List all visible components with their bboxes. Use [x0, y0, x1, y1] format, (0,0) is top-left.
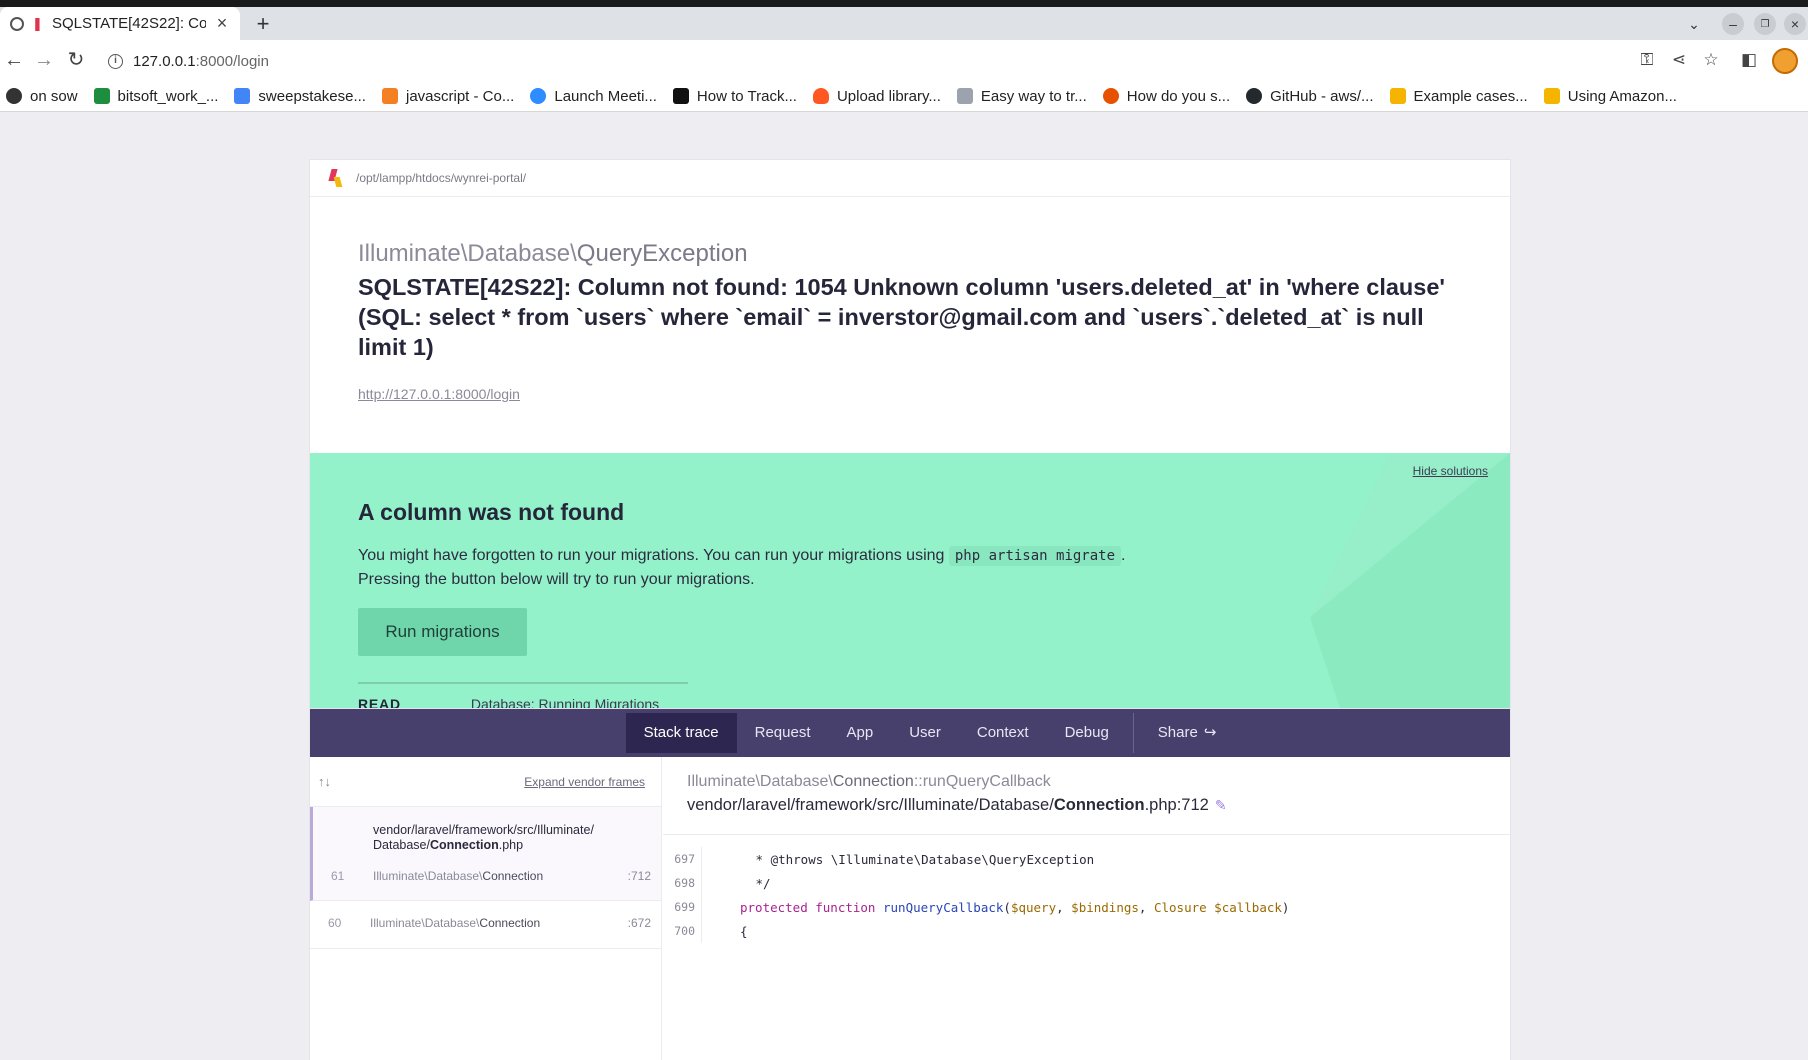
url-field[interactable]: i 127.0.0.1:8000/login: [108, 49, 269, 73]
tab-stack-trace[interactable]: Stack trace: [625, 713, 737, 753]
code-header: Illuminate\Database\Connection::runQuery…: [663, 757, 1510, 835]
tab-title: SQLSTATE[42S22]: Col: [52, 15, 206, 32]
bookmark-favicon-icon: [1543, 88, 1560, 104]
active-tab[interactable]: ❚ SQLSTATE[42S22]: Col ×: [0, 7, 240, 40]
bookmark-favicon-icon: [6, 88, 22, 104]
code-lines: 697 * @throws \Illuminate\Database\Query…: [663, 847, 1510, 943]
bookmarks-bar: on sow bitsoft_work_... sweepstakese... …: [0, 81, 1808, 112]
bookmark-favicon-icon: [672, 88, 689, 104]
code-viewer: Illuminate\Database\Connection::runQuery…: [663, 757, 1510, 1060]
bookmark-item[interactable]: How to Track...: [672, 88, 797, 105]
bookmark-item[interactable]: bitsoft_work_...: [93, 88, 218, 105]
side-panel-icon[interactable]: ◧: [1738, 50, 1760, 70]
error-card: /opt/lampp/htdocs/wynrei-portal/ Illumin…: [310, 160, 1510, 769]
bookmark-item[interactable]: sweepstakese...: [234, 88, 366, 105]
frame-line: :712: [627, 869, 651, 883]
share-icon[interactable]: ⋖: [1668, 50, 1690, 70]
request-url-link[interactable]: http://127.0.0.1:8000/login: [358, 386, 1462, 402]
bookmark-favicon-icon: [381, 88, 398, 104]
error-card-header: /opt/lampp/htdocs/wynrei-portal/: [310, 160, 1510, 197]
address-bar-row: ← → ↻ i 127.0.0.1:8000/login ⚿ ⋖ ☆ ◧: [0, 40, 1808, 81]
frames-header: ↑↓ Expand vendor frames: [310, 757, 661, 807]
restore-button[interactable]: ❐: [1754, 13, 1776, 35]
bookmark-favicon-icon: [93, 88, 110, 104]
site-info-icon[interactable]: i: [108, 53, 123, 69]
code-file-path: vendor/laravel/framework/src/Illuminate/…: [687, 796, 1227, 814]
exception-summary: Illuminate\Database\QueryException SQLST…: [310, 197, 1510, 453]
frame-number: 61: [331, 869, 345, 883]
profile-avatar[interactable]: [1772, 48, 1798, 74]
solution-content: A column was not found You might have fo…: [358, 499, 1258, 728]
hide-solutions-link[interactable]: Hide solutions: [1413, 464, 1488, 478]
bookmark-favicon-icon: [1102, 88, 1119, 104]
close-window-button[interactable]: ×: [1784, 13, 1806, 35]
bookmark-item[interactable]: javascript - Co...: [381, 88, 514, 105]
pencil-icon[interactable]: ✎: [1215, 797, 1227, 813]
frame-number: 60: [328, 916, 342, 930]
back-arrow-icon[interactable]: ←: [2, 49, 26, 71]
exception-message: SQLSTATE[42S22]: Column not found: 1054 …: [358, 274, 1446, 360]
project-root-path: /opt/lampp/htdocs/wynrei-portal/: [356, 171, 527, 185]
bookmark-favicon-icon: [530, 88, 547, 104]
stack-trace-panel: Stack trace Request App User Context Deb…: [310, 709, 1510, 1060]
github-icon: [1246, 88, 1263, 104]
bookmark-item[interactable]: Using Amazon...: [1543, 88, 1677, 105]
share-arrow-icon: ↪: [1203, 724, 1217, 741]
share-button[interactable]: Share ↪: [1140, 713, 1235, 753]
close-tab-icon[interactable]: ×: [214, 13, 230, 34]
globe-icon: [10, 16, 24, 31]
reload-icon[interactable]: ↻: [64, 49, 88, 71]
star-icon[interactable]: ☆: [1700, 50, 1722, 70]
frame-line: :672: [627, 916, 651, 930]
key-icon[interactable]: ⚿: [1636, 50, 1658, 70]
migrate-command: php artisan migrate: [948, 546, 1122, 566]
tab-app[interactable]: App: [829, 713, 892, 753]
tab-request[interactable]: Request: [737, 713, 829, 753]
frame-class: Illuminate\Database\Connection: [370, 916, 541, 930]
bookmark-favicon-icon: [1389, 88, 1406, 104]
stack-frames-list: ↑↓ Expand vendor frames vendor/laravel/f…: [310, 757, 662, 1060]
url-host: 127.0.0.1: [133, 52, 196, 70]
bookmark-item[interactable]: Example cases...: [1389, 88, 1528, 105]
forward-arrow-icon[interactable]: →: [32, 49, 56, 71]
tab-context[interactable]: Context: [959, 713, 1047, 753]
bookmark-favicon-icon: [812, 88, 829, 104]
tab-user[interactable]: User: [891, 713, 959, 753]
expand-vendor-frames-link[interactable]: Expand vendor frames: [524, 775, 645, 789]
tab-debug[interactable]: Debug: [1047, 713, 1127, 753]
run-migrations-button[interactable]: Run migrations: [358, 608, 527, 656]
solution-title: A column was not found: [358, 499, 625, 525]
code-line: 697 * @throws \Illuminate\Database\Query…: [663, 847, 1510, 871]
code-line: 698 */: [663, 871, 1510, 895]
page-viewport: /opt/lampp/htdocs/wynrei-portal/ Illumin…: [0, 112, 1808, 1060]
ignition-favicon-icon: ❚: [32, 15, 43, 31]
trace-tabs: Stack trace Request App User Context Deb…: [310, 709, 1510, 757]
ignition-logo-icon: [328, 169, 342, 187]
minimize-button[interactable]: –: [1722, 13, 1744, 35]
frame-class: Illuminate\Database\Connection: [373, 869, 544, 883]
stack-frame-selected[interactable]: vendor/laravel/framework/src/Illuminate/…: [310, 807, 661, 901]
tab-divider: [1132, 713, 1134, 753]
bookmark-item[interactable]: Launch Meeti...: [530, 88, 657, 105]
new-tab-button[interactable]: +: [250, 11, 276, 37]
frame-file-path: vendor/laravel/framework/src/Illuminate/…: [373, 823, 594, 852]
bookmark-item[interactable]: Upload library...: [812, 88, 941, 105]
stack-frame[interactable]: 60 Illuminate\Database\Connection :672: [310, 901, 661, 949]
code-method: Illuminate\Database\Connection::runQuery…: [687, 773, 1051, 790]
code-line: 699 protected function runQueryCallback($…: [663, 895, 1510, 919]
bookmark-favicon-icon: [234, 88, 251, 104]
up-down-arrows-icon[interactable]: ↑↓: [318, 774, 331, 789]
bookmark-item[interactable]: How do you s...: [1102, 88, 1230, 105]
exception-class: Illuminate\Database\QueryException: [358, 240, 748, 267]
solution-description: You might have forgotten to run your mig…: [358, 546, 1126, 588]
code-line: 700{: [663, 919, 1510, 943]
url-path: :8000/login: [195, 52, 269, 70]
bookmark-item[interactable]: on sow: [6, 88, 78, 105]
bookmark-item[interactable]: Easy way to tr...: [956, 88, 1087, 105]
tab-search-chevron-icon[interactable]: ⌄: [1686, 13, 1702, 35]
tab-bar: ❚ SQLSTATE[42S22]: Col × + ⌄ – ❐ ×: [0, 7, 1808, 40]
bookmark-favicon-icon: [956, 88, 973, 104]
bookmark-item[interactable]: GitHub - aws/...: [1246, 88, 1374, 105]
window-top-strip: [0, 0, 1808, 7]
